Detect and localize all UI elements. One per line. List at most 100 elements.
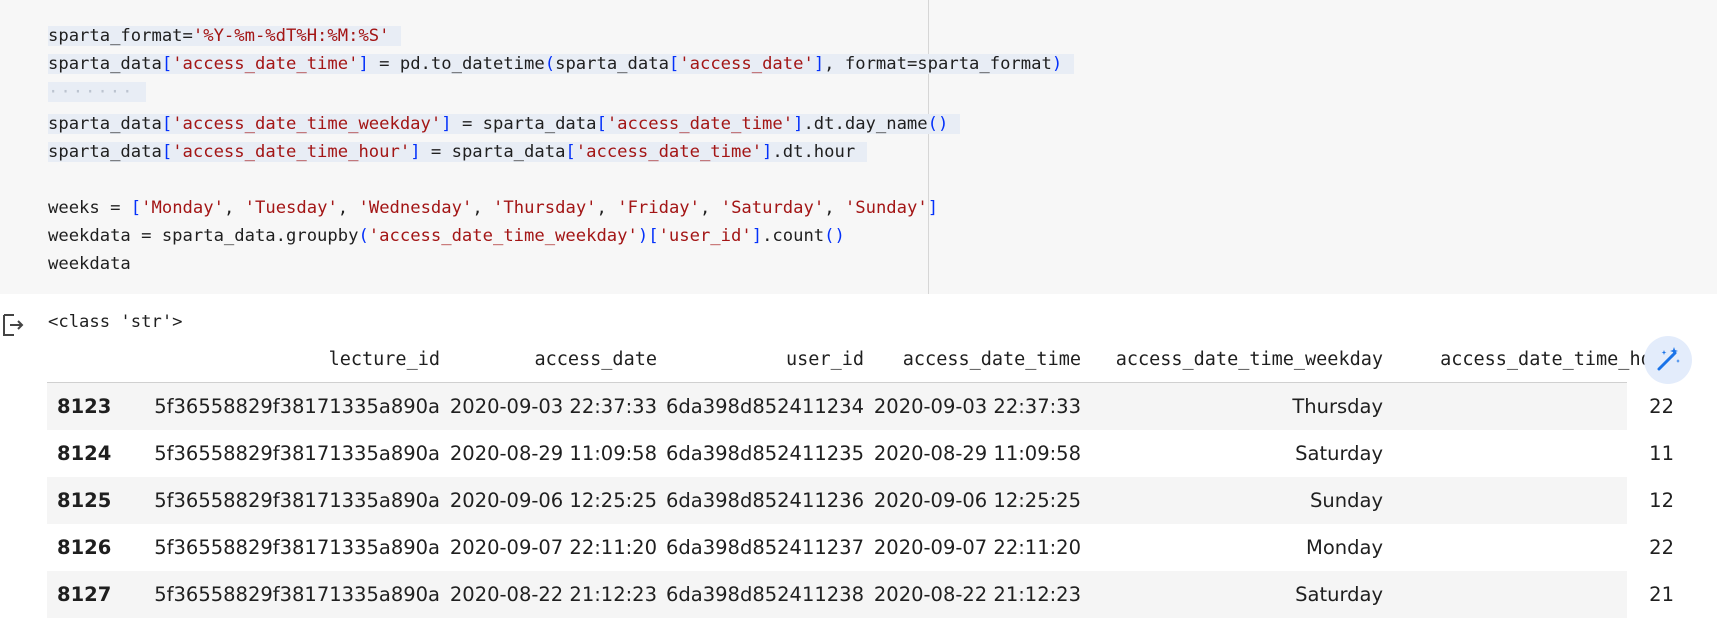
code-token: sparta_format=	[48, 26, 193, 46]
table-cell: 2020-09-07 22:11:20	[873, 536, 1081, 559]
selection-highlight: sparta_data['access_date_time_weekday'] …	[48, 114, 961, 134]
ruler-line	[928, 0, 929, 294]
code-string: 'Monday'	[141, 198, 224, 218]
code-line[interactable]: sparta_data['access_date_time_weekday'] …	[48, 111, 961, 137]
magic-wand-button[interactable]	[1644, 336, 1692, 384]
code-line[interactable]: sparta_data['access_date_time_hour'] = s…	[48, 139, 868, 165]
row-index: 8126	[57, 536, 112, 559]
code-token: weekdata = sparta_data.groupby	[48, 226, 359, 246]
selection-highlight: sparta_data['access_date_time_hour'] = s…	[48, 142, 868, 162]
code-token: ,	[596, 198, 618, 218]
code-bracket: [	[161, 114, 173, 134]
code-line[interactable]: sparta_format='%Y-%m-%dT%H:%M:%S'	[48, 23, 402, 49]
table-cell: 2020-08-29 11:09:58	[449, 442, 657, 465]
table-cell: 2020-09-03 22:37:33	[449, 395, 657, 418]
table-cell: 2020-08-29 11:09:58	[873, 442, 1081, 465]
code-string: 'user_id'	[658, 226, 752, 246]
code-token: = sparta_data	[420, 142, 566, 162]
print-output: <class 'str'>	[48, 312, 183, 332]
code-bracket: )	[1051, 54, 1063, 74]
code-line[interactable]: weeks = ['Monday', 'Tuesday', 'Wednesday…	[48, 195, 938, 221]
table-row: 8124 5f36558829f38171335a890a 2020-08-29 1…	[47, 430, 1674, 477]
code-string: 'access_date_time'	[606, 114, 794, 134]
code-token: ·······	[48, 82, 135, 102]
code-token: .dt.hour	[772, 142, 856, 162]
code-string: 'Tuesday'	[244, 198, 338, 218]
code-bracket: ]	[410, 142, 421, 162]
output-icon[interactable]	[0, 312, 26, 338]
code-token: sparta_data	[48, 54, 162, 74]
code-line[interactable]: weekdata	[48, 251, 131, 277]
row-index: 8124	[57, 442, 112, 465]
code-string: 'access_date_time_hour'	[172, 142, 411, 162]
selection-highlight: ·······	[48, 82, 147, 102]
code-string: 'access_date_time_weekday'	[172, 114, 442, 134]
column-header: access_date_time	[902, 349, 1081, 370]
code-bracket: [	[668, 54, 680, 74]
code-string: 'access_date_time'	[172, 54, 359, 74]
table-cell: 22	[1649, 536, 1674, 559]
table-cell: 5f36558829f38171335a890a	[154, 395, 440, 418]
code-string: 'Saturday'	[720, 198, 825, 218]
code-token: ,	[472, 198, 494, 218]
table-cell: Sunday	[1310, 489, 1383, 512]
code-token: .dt.day_name	[803, 114, 928, 134]
code-string: 'Friday'	[617, 198, 701, 218]
code-bracket: [	[596, 114, 607, 134]
table-cell: 5f36558829f38171335a890a	[154, 489, 440, 512]
code-bracket: [	[161, 54, 173, 74]
column-header: lecture_id	[328, 349, 440, 370]
row-index: 8125	[57, 489, 112, 512]
table-cell: Monday	[1306, 536, 1383, 559]
code-cell[interactable]: sparta_format='%Y-%m-%dT%H:%M:%S' sparta_…	[0, 0, 1717, 294]
code-token: .count	[762, 226, 825, 246]
code-string: 'Thursday'	[493, 198, 597, 218]
code-bracket: ()	[824, 226, 845, 246]
code-token: ,	[700, 198, 721, 218]
code-bracket: )	[637, 226, 649, 246]
code-string: 'Sunday'	[844, 198, 928, 218]
code-line[interactable]: ·······	[48, 79, 147, 105]
code-string: 'Wednesday'	[358, 198, 473, 218]
code-string: 'access_date_time_weekday'	[368, 226, 638, 246]
table-cell: 6da398d852411234	[666, 395, 864, 418]
code-token: weeks =	[48, 198, 131, 218]
column-header: user_id	[786, 349, 864, 370]
table-cell: 6da398d852411237	[666, 536, 864, 559]
code-string: '%Y-%m-%dT%H:%M:%S'	[192, 26, 390, 46]
code-line[interactable]: weekdata = sparta_data.groupby('access_d…	[48, 223, 845, 249]
code-bracket: [	[130, 198, 142, 218]
code-bracket: ]	[762, 142, 773, 162]
row-index: 8123	[57, 395, 112, 418]
column-header: access_date_time_weekday	[1115, 349, 1383, 370]
code-bracket: ]	[358, 54, 369, 74]
table-row: 8126 5f36558829f38171335a890a 2020-09-07 2…	[47, 524, 1674, 571]
code-bracket: ]	[793, 114, 804, 134]
table-cell: Thursday	[1292, 395, 1383, 418]
selection-highlight: sparta_format='%Y-%m-%dT%H:%M:%S'	[48, 26, 402, 46]
table-cell: 2020-09-06 12:25:25	[449, 489, 657, 512]
code-bracket: (	[544, 54, 556, 74]
code-bracket: ()	[927, 114, 949, 134]
code-string: 'access_date_time'	[575, 142, 763, 162]
code-token: sparta_data	[48, 114, 162, 134]
code-string: 'access_date'	[679, 54, 814, 74]
table-cell: 2020-09-06 12:25:25	[873, 489, 1081, 512]
table-cell: 5f36558829f38171335a890a	[154, 442, 440, 465]
table-row: 8123 5f36558829f38171335a890a 2020-09-03 2…	[47, 383, 1674, 430]
code-bracket: ]	[441, 114, 452, 134]
code-token: ,	[337, 198, 359, 218]
selection-highlight: sparta_data['access_date_time'] = pd.to_…	[48, 54, 1075, 74]
code-bracket: [	[161, 142, 173, 162]
table-cell: 22	[1649, 395, 1674, 418]
magic-wand-icon	[1657, 347, 1680, 371]
code-bracket: (	[358, 226, 369, 246]
table-cell: 6da398d852411235	[666, 442, 864, 465]
code-bracket: [	[648, 226, 659, 246]
table-cell: 12	[1649, 489, 1674, 512]
table-cell: 11	[1649, 442, 1674, 465]
code-line[interactable]: sparta_data['access_date_time'] = pd.to_…	[48, 51, 1075, 77]
code-token: sparta_data	[555, 54, 669, 74]
code-token: weekdata	[48, 254, 131, 274]
code-token: = sparta_data	[451, 114, 597, 134]
